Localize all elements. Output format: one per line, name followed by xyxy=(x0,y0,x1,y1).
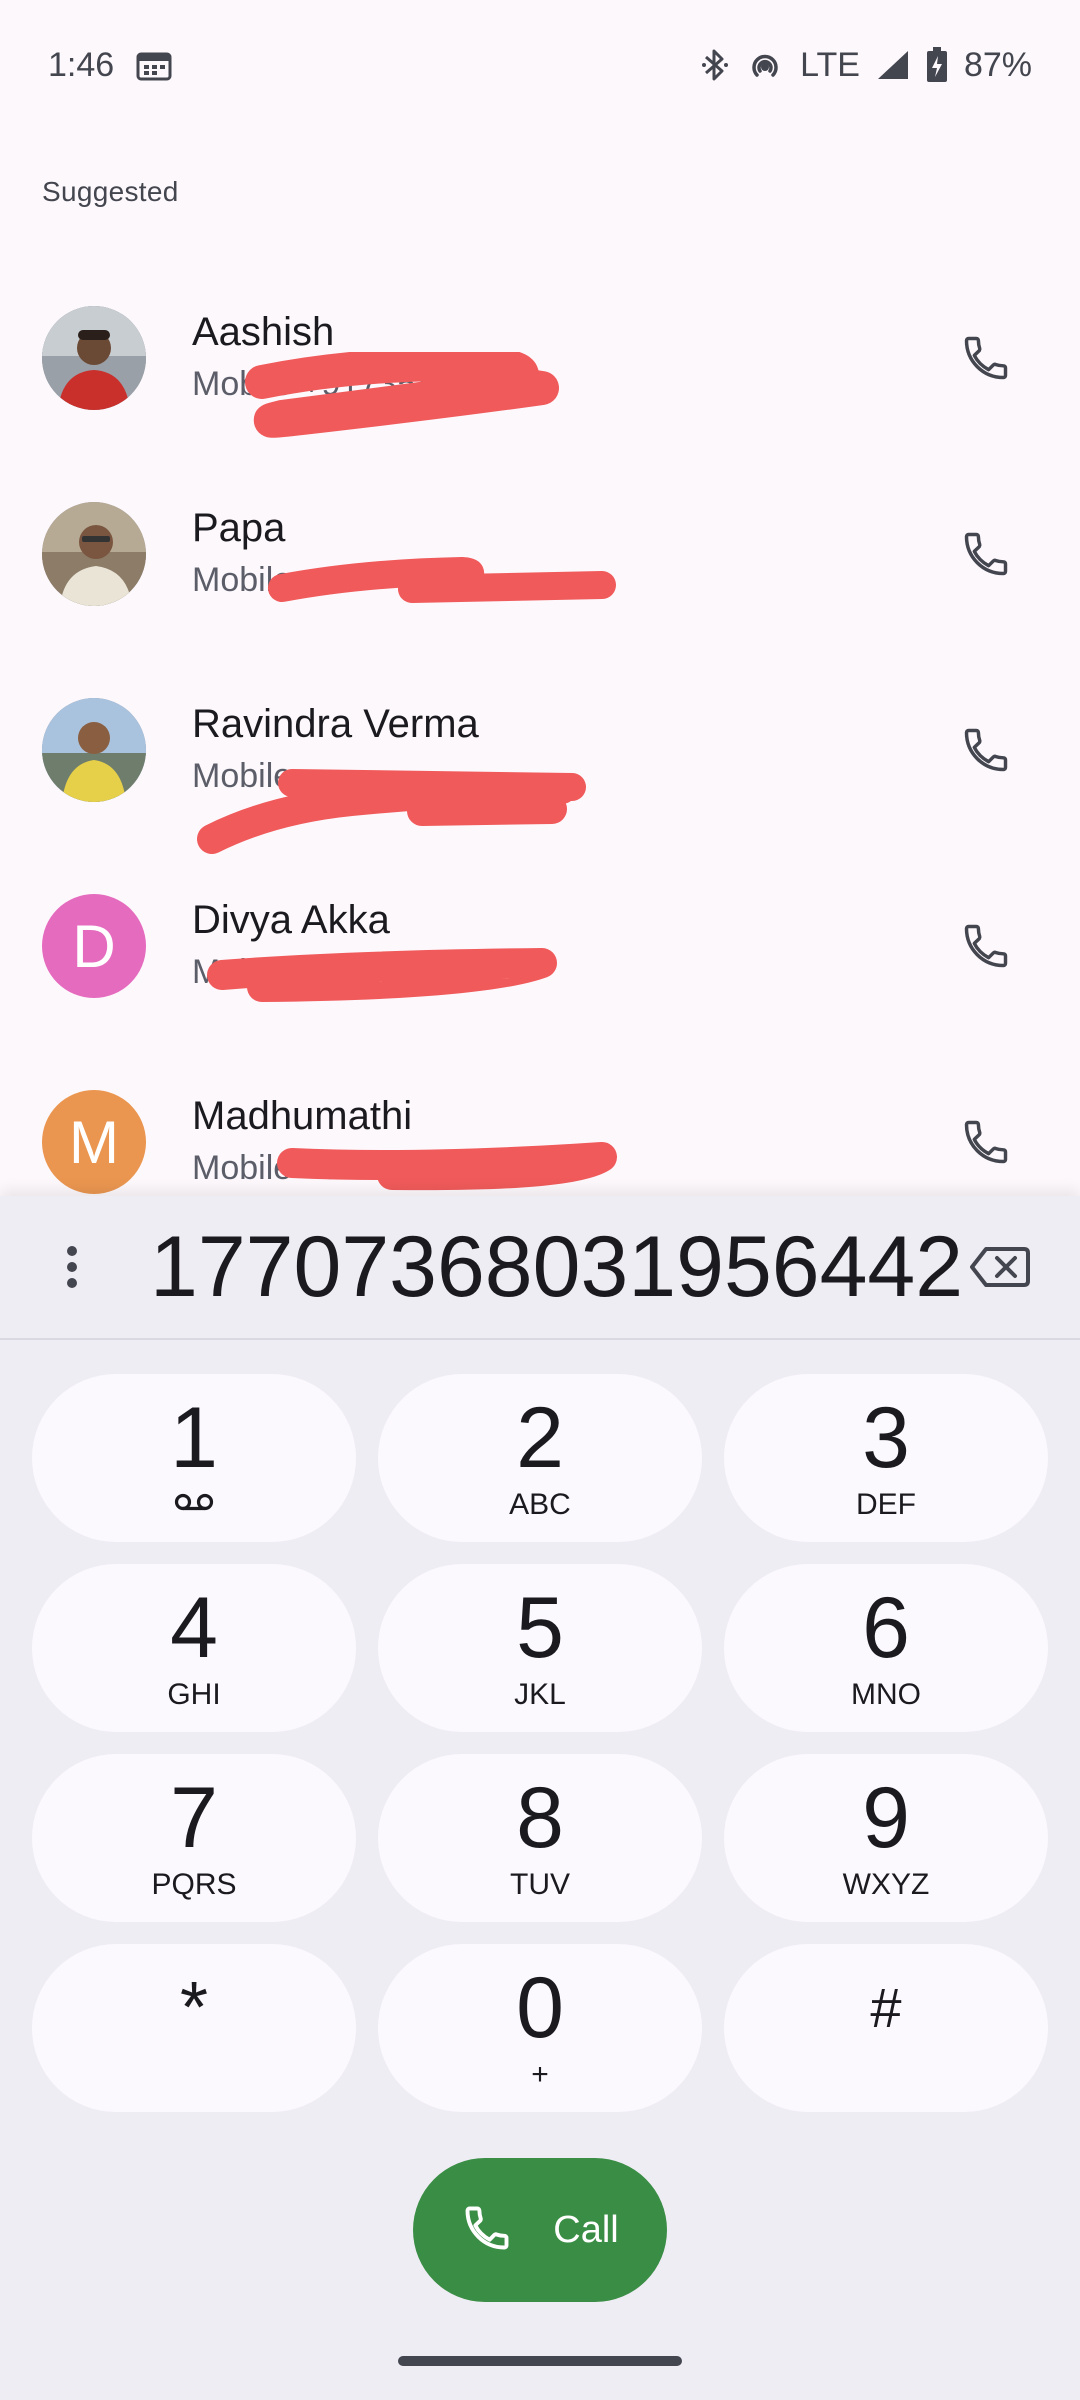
key-digit: 2 xyxy=(516,1390,564,1486)
key-letters: MNO xyxy=(851,1678,921,1711)
avatar xyxy=(42,306,146,410)
key-7[interactable]: 7 PQRS xyxy=(32,1754,356,1922)
network-type: LTE xyxy=(800,45,860,84)
key-digit: 6 xyxy=(862,1580,910,1676)
key-star[interactable]: * xyxy=(32,1944,356,2112)
backspace-icon[interactable] xyxy=(964,1237,1036,1297)
key-6[interactable]: 6 MNO xyxy=(724,1564,1048,1732)
phone-icon[interactable] xyxy=(954,914,1018,978)
contact-row[interactable]: Ravindra Verma Mobile xyxy=(0,652,1080,854)
key-digit: # xyxy=(870,1976,902,2039)
signal-icon xyxy=(876,49,910,81)
key-digit: 9 xyxy=(862,1770,910,1866)
key-hash[interactable]: # xyxy=(724,1944,1048,2112)
bluetooth-icon xyxy=(700,47,730,83)
contact-row[interactable]: D Divya Akka Mobile xyxy=(0,848,1080,1044)
voicemail-icon xyxy=(174,1492,214,1522)
key-8[interactable]: 8 TUV xyxy=(378,1754,702,1922)
key-digit: 3 xyxy=(862,1390,910,1486)
key-digit: 0 xyxy=(516,1960,564,2056)
phone-icon[interactable] xyxy=(954,326,1018,390)
calendar-icon xyxy=(136,49,172,81)
contact-phone: Mobile xyxy=(192,757,293,795)
contact-row[interactable]: M Madhumathi Mobile +9 xyxy=(0,1044,1080,1196)
contact-name: Papa xyxy=(192,506,286,550)
key-digit: 8 xyxy=(516,1770,564,1866)
suggested-label: Suggested xyxy=(42,176,179,207)
avatar: M xyxy=(42,1090,146,1194)
avatar-initial: M xyxy=(69,1108,119,1176)
contact-name: Divya Akka xyxy=(192,898,390,942)
avatar xyxy=(42,502,146,606)
keypad: 1 2 ABC 3 DEF 4 GHI 5 JKL 6 MNO 7 PQRS 8… xyxy=(32,1374,1048,2112)
key-letters: ABC xyxy=(509,1488,571,1521)
battery-percent: 87% xyxy=(963,45,1032,84)
key-digit: 1 xyxy=(170,1390,218,1486)
digits-row: 17707368031956442 xyxy=(0,1196,1080,1340)
key-letters: TUV xyxy=(510,1868,570,1901)
phone-icon xyxy=(461,2202,513,2259)
key-0[interactable]: 0 + xyxy=(378,1944,702,2112)
key-digit: 4 xyxy=(170,1580,218,1676)
avatar xyxy=(42,698,146,802)
key-letters: DEF xyxy=(856,1488,916,1521)
contact-phone: Mobile +9 xyxy=(192,1149,341,1187)
contact-row[interactable]: Papa Mobile xyxy=(0,456,1080,652)
redaction-scribble xyxy=(268,557,616,603)
more-vert-icon[interactable] xyxy=(52,1237,92,1297)
battery-charging-icon xyxy=(926,47,948,83)
contact-phone: Mobile +9173580 xyxy=(192,365,454,403)
contact-name: Madhumathi xyxy=(192,1094,413,1138)
key-digit: * xyxy=(179,1968,209,2048)
key-letters: PQRS xyxy=(151,1868,237,1901)
phone-icon[interactable] xyxy=(954,718,1018,782)
contact-phone: Mobile xyxy=(192,561,293,599)
home-indicator[interactable] xyxy=(398,2356,682,2366)
key-5[interactable]: 5 JKL xyxy=(378,1564,702,1732)
key-letters: WXYZ xyxy=(842,1868,930,1901)
contact-row[interactable]: Aashish Mobile +9173580 xyxy=(0,260,1080,456)
key-letters: JKL xyxy=(514,1678,566,1711)
entered-number[interactable]: 17707368031956442 xyxy=(150,1218,963,1317)
suggested-contacts-list: Aashish Mobile +9173580 Papa Mobile Ravi… xyxy=(0,260,1080,1196)
avatar-initial: D xyxy=(72,912,116,980)
status-bar: 1:46 LTE 87% xyxy=(0,0,1080,130)
call-button[interactable]: Call xyxy=(413,2158,667,2302)
status-time: 1:46 xyxy=(48,45,115,84)
contact-name: Ravindra Verma xyxy=(192,702,479,746)
contact-phone: Mobile xyxy=(192,953,293,991)
hotspot-icon xyxy=(746,47,784,83)
key-3[interactable]: 3 DEF xyxy=(724,1374,1048,1542)
call-button-label: Call xyxy=(553,2208,619,2251)
key-letters: GHI xyxy=(167,1678,221,1711)
phone-icon[interactable] xyxy=(954,1110,1018,1174)
key-1[interactable]: 1 xyxy=(32,1374,356,1542)
dialpad-sheet: 17707368031956442 1 2 ABC 3 DEF 4 GHI 5 … xyxy=(0,1196,1080,2400)
key-9[interactable]: 9 WXYZ xyxy=(724,1754,1048,1922)
key-4[interactable]: 4 GHI xyxy=(32,1564,356,1732)
phone-icon[interactable] xyxy=(954,522,1018,586)
avatar: D xyxy=(42,894,146,998)
key-digit: 7 xyxy=(170,1770,218,1866)
key-letters: + xyxy=(531,2058,549,2091)
key-digit: 5 xyxy=(516,1580,564,1676)
contact-name: Aashish xyxy=(192,310,335,354)
key-2[interactable]: 2 ABC xyxy=(378,1374,702,1542)
